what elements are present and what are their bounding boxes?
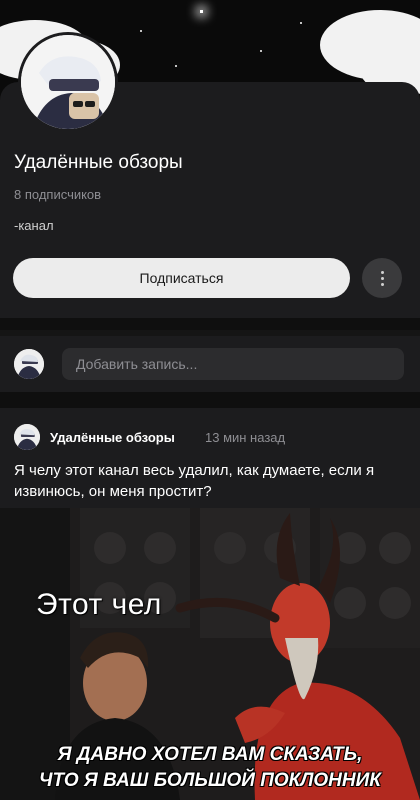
post-author-name[interactable]: Удалённые обзоры — [50, 430, 175, 445]
more-button[interactable] — [362, 258, 402, 298]
post-image[interactable]: Этот чел Я ДАВНО ХОТЕЛ ВАМ СКАЗАТЬ, ЧТО … — [0, 508, 420, 800]
composer-avatar — [14, 349, 44, 379]
post-timestamp[interactable]: 13 мин назад — [205, 430, 285, 445]
channel-name: Удалённые обзоры — [14, 152, 183, 173]
meme-caption-line-1: Я ДАВНО ХОТЕЛ ВАМ СКАЗАТЬ, — [57, 744, 363, 765]
subscribe-button[interactable]: Подписаться — [13, 258, 350, 298]
channel-avatar[interactable] — [18, 32, 118, 132]
more-vertical-icon — [380, 269, 384, 287]
post-composer: Добавить запись... — [0, 336, 420, 392]
cover-star — [300, 22, 302, 24]
cover-star — [140, 30, 142, 32]
subscriber-count[interactable]: 8 подписчиков — [14, 187, 101, 202]
add-post-input[interactable]: Добавить запись... — [62, 348, 404, 380]
section-divider — [0, 392, 420, 408]
channel-description: -канал — [14, 218, 54, 233]
cover-star-burst — [200, 10, 203, 13]
post-author-avatar[interactable] — [14, 424, 40, 450]
post-text: Я челу этот канал весь удалил, как думае… — [14, 462, 375, 500]
section-divider — [0, 318, 420, 330]
cover-star — [175, 65, 177, 67]
meme-caption-top: Этот чел — [36, 588, 162, 621]
meme-caption-line-2: ЧТО Я ВАШ БОЛЬШОЙ ПОКЛОННИК — [39, 770, 381, 791]
cover-star — [260, 50, 262, 52]
